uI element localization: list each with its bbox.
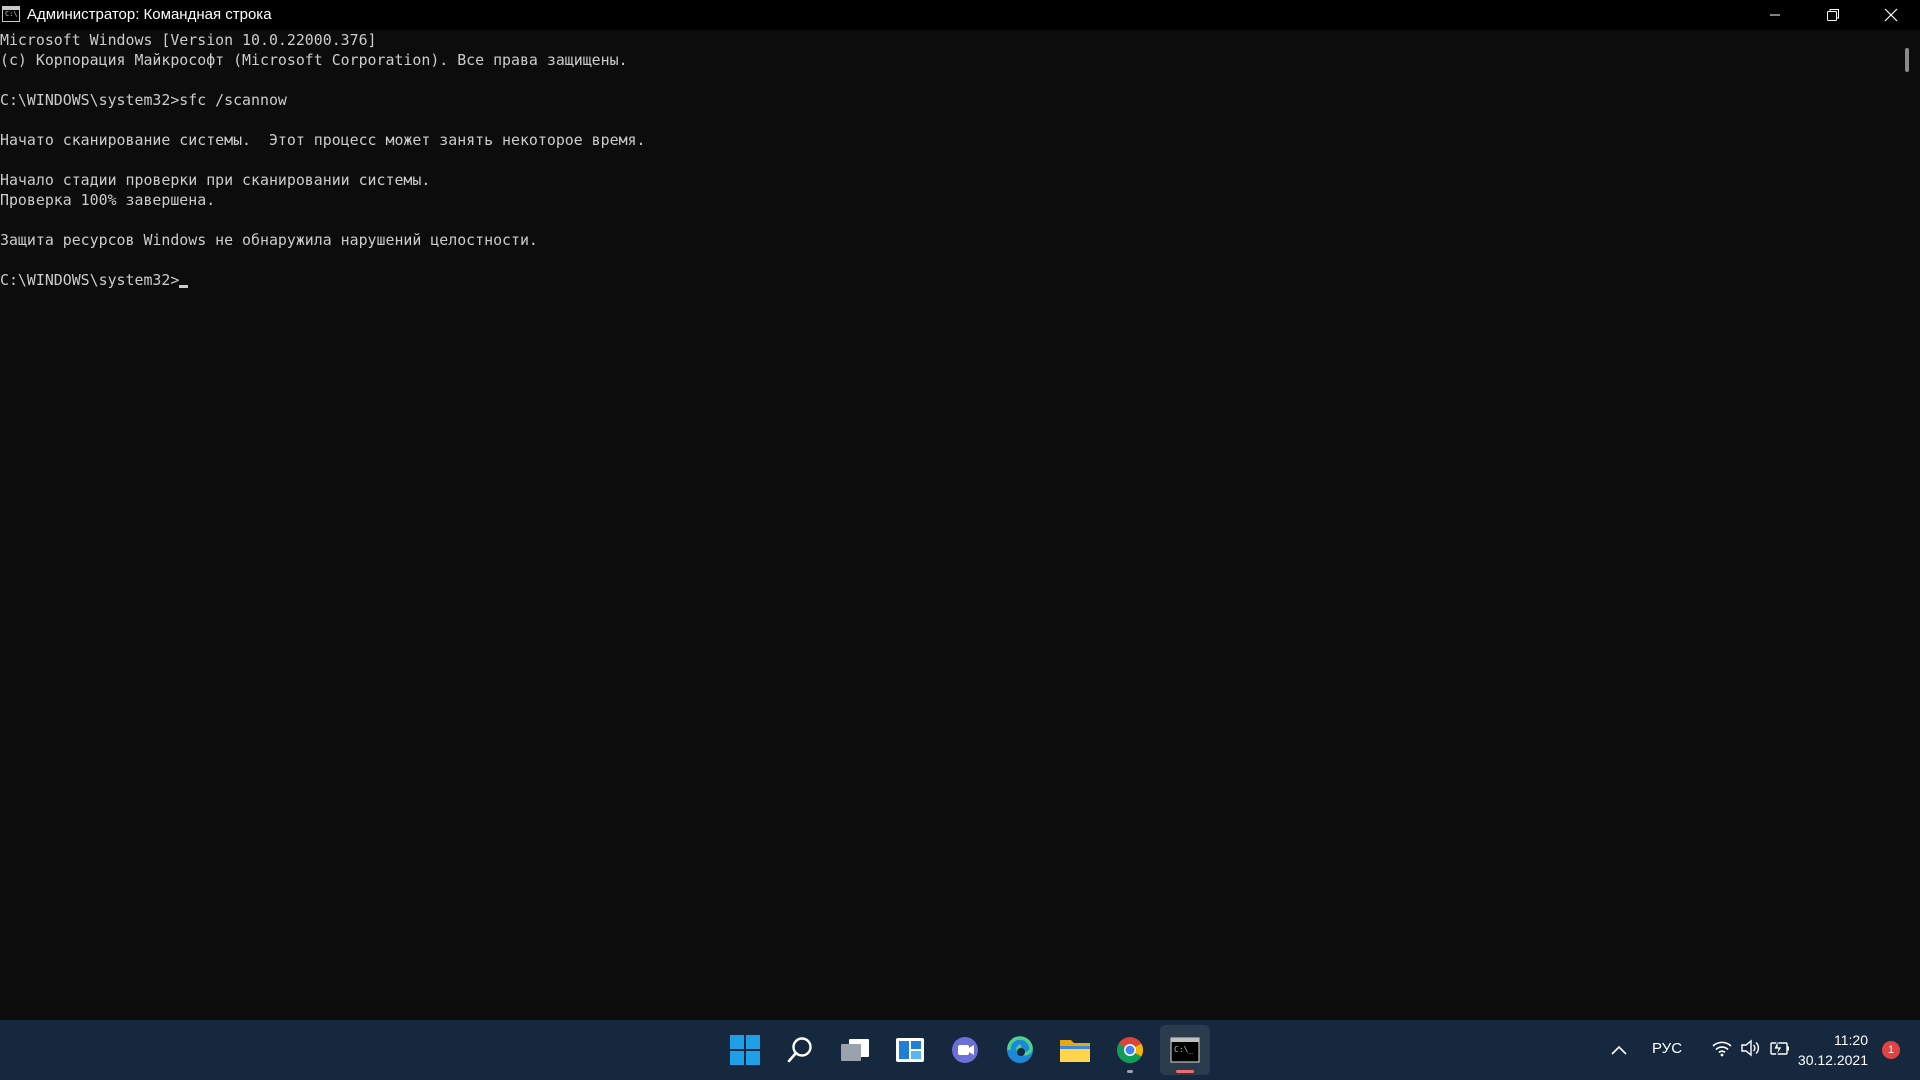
volume-icon [1741, 1039, 1760, 1057]
wifi-icon [1712, 1041, 1732, 1057]
wifi-button[interactable] [1712, 1039, 1732, 1061]
console-line: Начало стадии проверки при сканировании … [0, 171, 431, 189]
volume-button[interactable] [1740, 1039, 1760, 1061]
running-indicator [1127, 1070, 1133, 1073]
cmd-icon: C:\ [2, 6, 20, 22]
minimize-button[interactable] [1746, 0, 1804, 30]
battery-charging-icon [1770, 1039, 1789, 1057]
teams-chat-icon [952, 1037, 978, 1063]
console-line: Проверка 100% завершена. [0, 191, 216, 209]
scrollbar-thumb[interactable] [1905, 48, 1909, 72]
folder-icon [1060, 1040, 1090, 1062]
start-button[interactable] [720, 1025, 770, 1075]
notification-badge[interactable]: 1 [1882, 1041, 1900, 1059]
edge-button[interactable] [995, 1025, 1045, 1075]
command-prompt: C:\WINDOWS\system32> [0, 271, 180, 289]
clock-time: 11:20 [1834, 1032, 1868, 1048]
close-icon [1884, 8, 1898, 22]
svg-text:C:\_: C:\_ [1174, 1045, 1193, 1054]
active-indicator [1176, 1070, 1194, 1073]
window-controls [1746, 0, 1920, 30]
console-line: (c) Корпорация Майкрософт (Microsoft Cor… [0, 51, 628, 69]
file-explorer-button[interactable] [1050, 1025, 1100, 1075]
clock-date: 30.12.2021 [1797, 1052, 1868, 1068]
console-output[interactable]: Microsoft Windows [Version 10.0.22000.37… [0, 30, 1895, 1020]
close-button[interactable] [1862, 0, 1920, 30]
clock-button[interactable]: 11:20 30.12.2021 [1798, 1030, 1868, 1070]
chat-button[interactable] [940, 1025, 990, 1075]
windows-logo-icon [730, 1035, 760, 1065]
title-bar[interactable]: C:\ Администратор: Командная строка [0, 0, 1920, 30]
taskbar: C:\_ РУС 11:20 30.12.2021 1 [0, 1020, 1920, 1080]
restore-icon [1827, 9, 1839, 21]
edge-icon [1007, 1036, 1033, 1063]
prompt-line[interactable]: C:\WINDOWS\system32> [0, 270, 1895, 290]
task-view-button[interactable] [830, 1025, 880, 1075]
language-indicator[interactable]: РУС [1652, 1040, 1682, 1057]
widgets-icon [896, 1038, 924, 1062]
console-line: Microsoft Windows [Version 10.0.22000.37… [0, 31, 377, 49]
chevron-up-icon [1611, 1045, 1627, 1055]
taskbar-apps: C:\_ [720, 1025, 1215, 1075]
console-line: Начато сканирование системы. Этот процес… [0, 131, 646, 149]
restore-button[interactable] [1804, 0, 1862, 30]
task-view-icon [841, 1039, 869, 1061]
battery-button[interactable] [1768, 1039, 1790, 1061]
system-tray: РУС 11:20 30.12.2021 1 [1600, 1020, 1920, 1080]
chrome-icon [1116, 1037, 1144, 1064]
minimize-icon [1770, 14, 1780, 16]
search-icon [787, 1037, 812, 1063]
widgets-button[interactable] [885, 1025, 935, 1075]
text-cursor [179, 285, 189, 288]
cmd-icon: C:\_ [1170, 1037, 1200, 1063]
cmd-window[interactable]: C:\ Администратор: Командная строка Micr… [0, 0, 1920, 1020]
window-title: Администратор: Командная строка [27, 6, 272, 23]
chrome-button[interactable] [1105, 1025, 1155, 1075]
console-line: Защита ресурсов Windows не обнаружила на… [0, 231, 538, 249]
search-button[interactable] [775, 1025, 825, 1075]
show-hidden-icons-button[interactable] [1610, 1042, 1628, 1061]
console-line: C:\WINDOWS\system32>sfc /scannow [0, 91, 287, 109]
cmd-button[interactable]: C:\_ [1160, 1025, 1210, 1075]
